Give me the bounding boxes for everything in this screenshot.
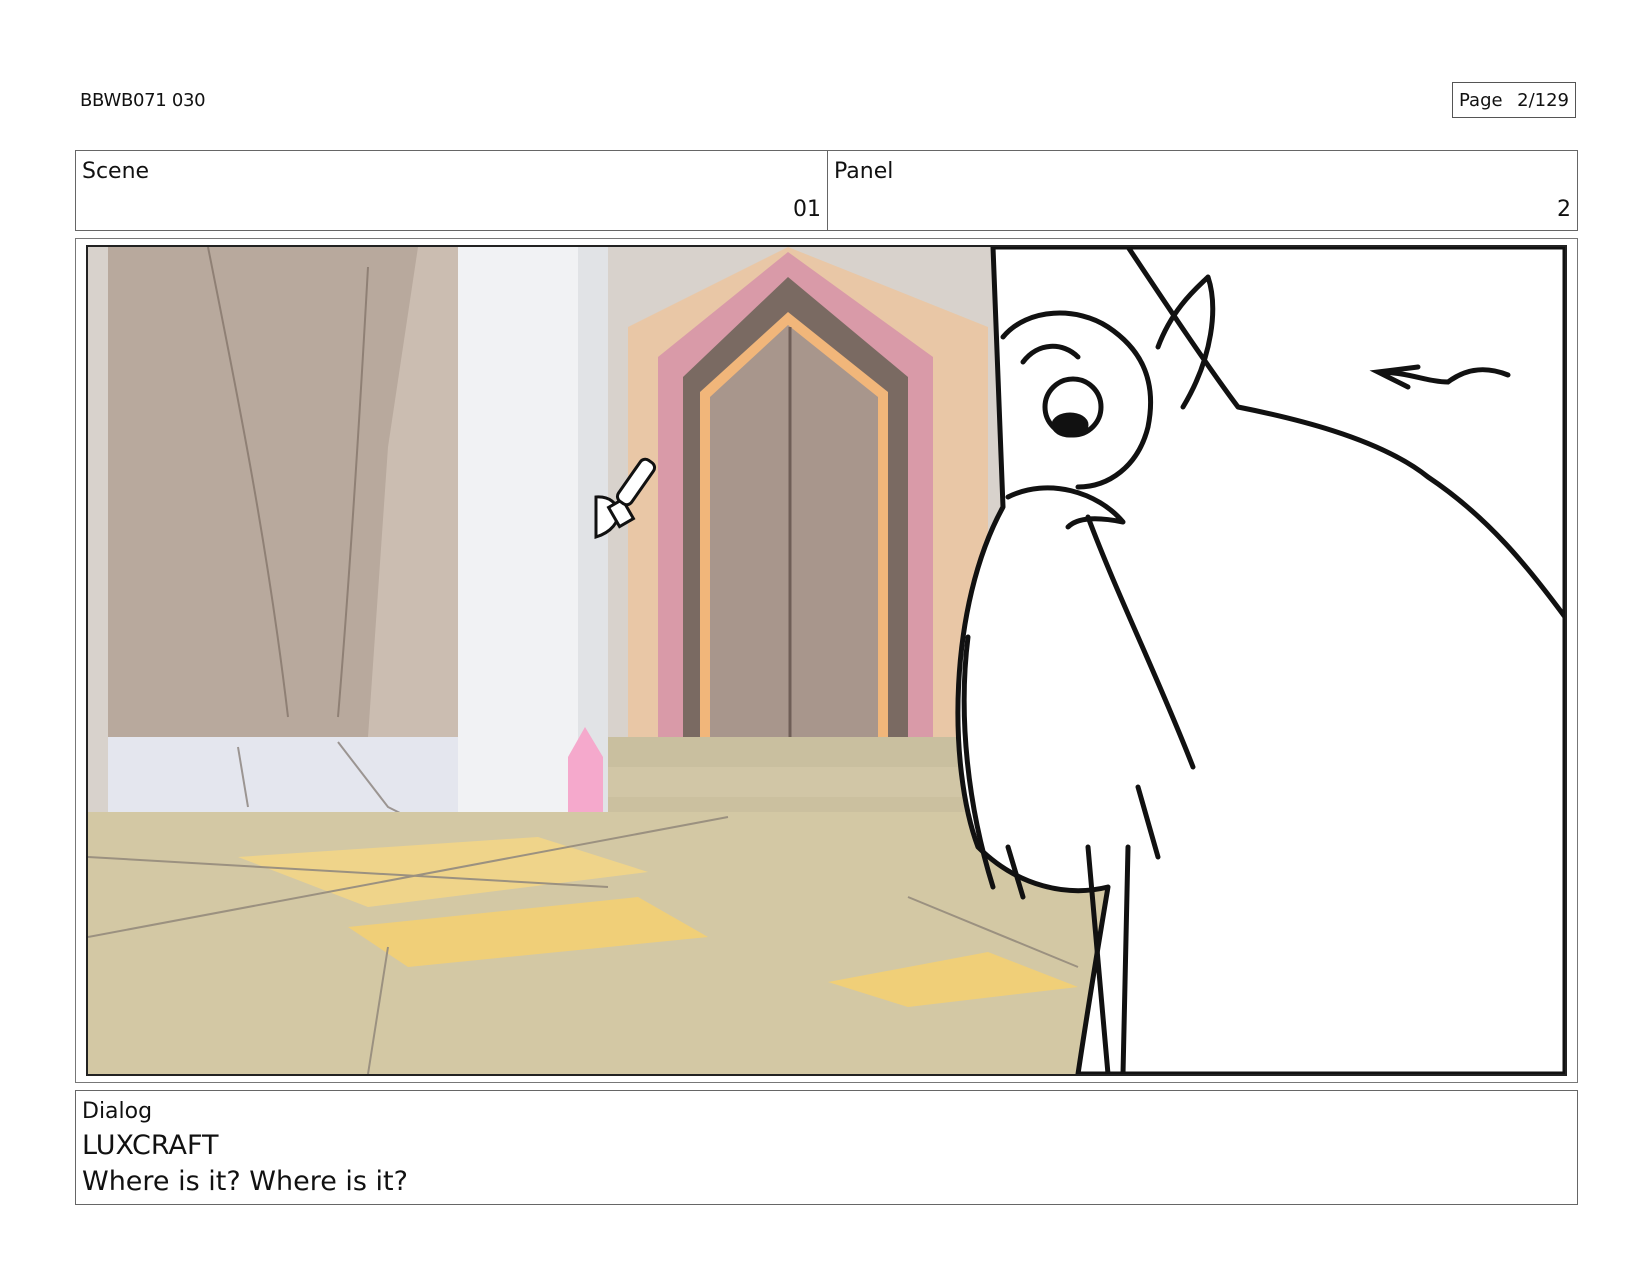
storyboard-id: BBWB071 030	[80, 90, 206, 111]
step-top	[608, 737, 1008, 767]
white-pillar	[458, 247, 578, 827]
page-number: 2/129	[1517, 89, 1569, 111]
dialog-character: LUXCRAFT	[82, 1130, 219, 1161]
scene-value: 01	[793, 197, 821, 222]
storyboard-panel-image	[86, 245, 1567, 1076]
left-wall-base	[108, 737, 458, 822]
storyboard-drawing	[88, 247, 1565, 1074]
door-panel	[710, 325, 878, 737]
page-label: Page	[1459, 89, 1503, 111]
step-middle	[608, 767, 1008, 797]
dialog-box: Dialog LUXCRAFT Where is it? Where is it…	[75, 1090, 1578, 1205]
panel-value: 2	[1557, 197, 1571, 222]
scene-cell: Scene 01	[76, 151, 828, 230]
panel-label: Panel	[834, 159, 894, 184]
scene-panel-row: Scene 01 Panel 2	[75, 150, 1578, 231]
scene-label: Scene	[82, 159, 150, 184]
dialog-line: Where is it? Where is it?	[82, 1166, 408, 1197]
panel-cell: Panel 2	[828, 151, 1577, 230]
page-indicator: Page 2/129	[1452, 82, 1576, 118]
dialog-label: Dialog	[82, 1099, 153, 1124]
